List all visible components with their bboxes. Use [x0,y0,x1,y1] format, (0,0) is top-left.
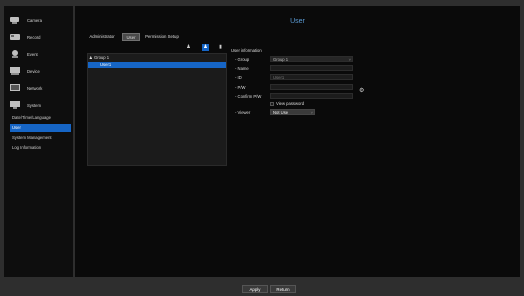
viewer-select[interactable]: Not Use ˅ [270,109,315,115]
password-label: - P/W [235,85,246,90]
record-icon [10,33,21,41]
chevron-down-icon: ˅ [348,57,351,62]
main-panel: User Administrator User Permission Setup… [75,6,520,277]
sidebar-item-system[interactable]: System [10,101,41,109]
sidebar: Camera Record Event Device Network Syste… [4,6,73,277]
id-field[interactable]: User1 [270,74,353,80]
group-select-value: Group 1 [273,57,289,62]
tree-user-item[interactable]: User1 [88,62,226,68]
camera-icon [10,16,21,24]
network-icon [10,84,21,92]
group-icon: ♟ [89,55,93,60]
confirm-password-field[interactable] [270,93,353,99]
confirm-password-label: - Confirm P/W [235,94,262,99]
group-select[interactable]: Group 1 ˅ [270,56,353,62]
sidebar-item-camera[interactable]: Camera [10,16,42,24]
system-icon [10,101,21,109]
view-password-checkbox[interactable] [270,101,274,106]
sidebar-subitem-date-time-language[interactable]: Date/Time/Language [10,114,71,122]
tab-user[interactable]: User [122,33,140,41]
delete-icon[interactable]: ▮ [217,44,224,51]
sidebar-item-label: Record [27,34,41,40]
page-title: User [290,18,305,25]
sidebar-item-label: System [27,102,41,108]
return-button[interactable]: Return [270,285,296,293]
sidebar-subitem-user[interactable]: User [10,124,71,132]
tree-group-label: Group 1 [93,55,110,60]
sidebar-item-label: Camera [27,17,42,23]
sidebar-item-event[interactable]: Event [10,50,38,58]
sidebar-item-network[interactable]: Network [10,84,42,92]
view-password-label: View password [276,101,305,106]
device-icon [10,67,21,75]
user-information-heading: User information [231,48,262,53]
gear-icon[interactable]: ⚙ [359,87,364,94]
sidebar-subitem-system-management[interactable]: System Management [10,134,71,142]
add-group-icon[interactable]: ♟ [185,44,192,51]
user-tree: ♟ Group 1 User1 [87,53,227,166]
sidebar-item-label: Event [27,51,38,57]
tab-permission-setup[interactable]: Permission Setup [143,33,181,41]
tree-group-item[interactable]: ♟ Group 1 [89,55,109,60]
tree-toolbar: ♟ ♟ ▮ [185,44,227,51]
tab-administrator[interactable]: Administrator [87,33,117,41]
add-user-icon[interactable]: ♟ [202,44,209,51]
chevron-down-icon: ˅ [310,110,313,115]
view-password-row[interactable]: View password [270,101,304,106]
id-label: - ID [235,75,242,80]
sidebar-subitem-log-information[interactable]: Log Information [10,144,71,152]
viewer-label: - Viewer [235,110,251,115]
sidebar-item-label: Device [27,68,40,74]
sidebar-item-device[interactable]: Device [10,67,40,75]
viewer-select-value: Not Use [273,110,289,115]
app-frame: Camera Record Event Device Network Syste… [0,0,524,296]
name-label: - Name [235,66,249,71]
event-icon [10,50,21,58]
sidebar-item-label: Network [27,85,43,91]
sidebar-item-record[interactable]: Record [10,33,41,41]
name-field[interactable] [270,65,353,71]
apply-button[interactable]: Apply [242,285,268,293]
group-label: - Group [235,57,250,62]
password-field[interactable] [270,84,353,90]
